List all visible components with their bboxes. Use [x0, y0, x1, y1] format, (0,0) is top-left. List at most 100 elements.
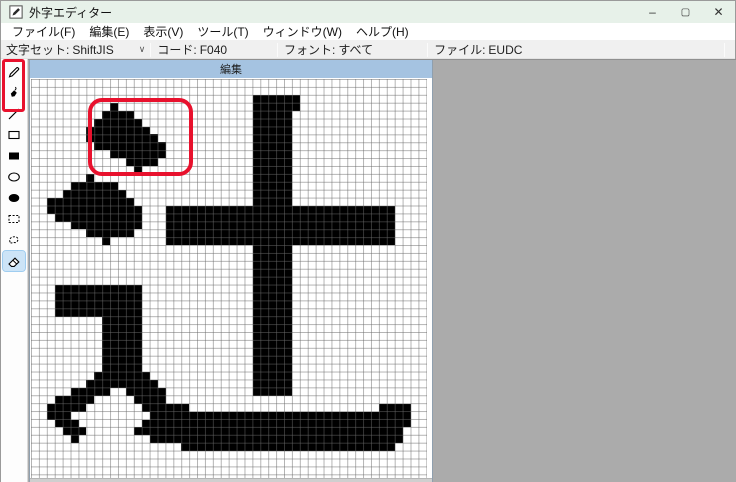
tool-ellipse-button[interactable] [3, 167, 25, 187]
menu-item-help[interactable]: ヘルプ(H) [349, 23, 416, 41]
glyph-black-run [253, 127, 293, 135]
minimize-button[interactable]: – [636, 1, 669, 23]
toolbar-separator [724, 43, 725, 57]
glyph-black-run [253, 150, 293, 158]
tool-brush-button[interactable] [3, 83, 25, 103]
glyph-black-run [253, 332, 293, 340]
glyph-black-run [102, 111, 134, 119]
glyph-black-run [253, 388, 293, 396]
glyph-black-run [110, 150, 165, 158]
code-value: F040 [200, 43, 227, 57]
glyph-black-run [55, 293, 142, 301]
menu-item-file[interactable]: ファイル(F) [5, 23, 82, 41]
freeform-select-icon [6, 232, 22, 248]
glyph-black-run [102, 348, 142, 356]
glyph-black-run [379, 404, 411, 412]
glyph-black-run [253, 261, 293, 269]
menu-item-tools[interactable]: ツール(T) [190, 23, 255, 41]
toolbar-separator [150, 43, 151, 57]
glyph-black-run [253, 380, 293, 388]
tool-freeform-select-button[interactable] [3, 230, 25, 250]
font-field: フォント:すべて [280, 41, 377, 58]
code-field: コード: F040 [153, 41, 231, 58]
menu-item-edit[interactable]: 編集(E) [82, 23, 136, 41]
ellipse-icon [6, 169, 22, 185]
tool-rectangle-button[interactable] [3, 125, 25, 145]
close-button[interactable]: ✕ [702, 1, 735, 23]
glyph-black-run [63, 427, 87, 435]
glyph-black-run [55, 396, 95, 404]
glyph-black-run [71, 222, 142, 230]
glyph-black-run [181, 443, 395, 451]
glyph-black-run [94, 372, 149, 380]
glyph-pixel-canvas[interactable] [31, 79, 427, 479]
glyph-black-run [253, 119, 293, 127]
window-title: 外字エディター [29, 4, 112, 21]
tool-filled-rectangle-button[interactable] [3, 146, 25, 166]
code-label: コード: [157, 43, 196, 57]
maximize-button[interactable]: ▢ [669, 1, 702, 23]
font-value: すべて [338, 43, 373, 57]
toolbar: 文字セット: ShiftJIS ∨ コード: F040 フォント:すべて ファイル… [1, 41, 735, 59]
charset-dropdown[interactable]: ShiftJIS ∨ [72, 42, 148, 58]
glyph-black-run [253, 285, 293, 293]
glyph-black-run [134, 166, 142, 174]
glyph-black-run [134, 427, 403, 435]
glyph-black-run [126, 388, 166, 396]
rectangle-icon [6, 127, 22, 143]
glyph-black-run [253, 356, 293, 364]
glyph-black-run [47, 404, 87, 412]
tool-rect-select-button[interactable] [3, 209, 25, 229]
glyph-black-run [102, 364, 142, 372]
pencil-icon [6, 64, 22, 80]
glyph-black-run [253, 269, 293, 277]
glyph-black-run [102, 317, 142, 325]
tool-eraser-button[interactable] [3, 251, 25, 271]
glyph-black-run [253, 293, 293, 301]
glyph-black-run [102, 332, 142, 340]
font-label: フォント: [284, 43, 335, 57]
glyph-black-run [253, 166, 293, 174]
title-bar: 外字エディター – ▢ ✕ [1, 1, 735, 23]
tool-line-button[interactable] [3, 104, 25, 124]
file-field: ファイル:EUDC [430, 41, 526, 58]
glyph-black-run [55, 420, 79, 428]
mdi-background: 編集 [28, 59, 736, 482]
tool-pencil-button[interactable] [3, 62, 25, 82]
glyph-black-run [134, 396, 166, 404]
glyph-black-run [253, 309, 293, 317]
file-label: ファイル: [434, 43, 485, 57]
edit-window-bottom-edge [30, 478, 432, 482]
glyph-black-run [253, 182, 293, 190]
filled-ellipse-icon [6, 190, 22, 206]
glyph-black-run [253, 103, 301, 111]
glyph-black-run [55, 301, 142, 309]
edit-window-title-bar[interactable]: 編集 [30, 60, 432, 78]
toolbar-separator [427, 43, 428, 57]
glyph-black-run [253, 301, 293, 309]
glyph-black-run [94, 119, 142, 127]
glyph-black-run [253, 253, 293, 261]
glyph-black-run [253, 174, 293, 182]
glyph-black-run [71, 435, 79, 443]
glyph-black-run [253, 245, 293, 253]
line-icon [6, 106, 22, 122]
menu-item-window[interactable]: ウィンドウ(W) [256, 23, 349, 41]
eraser-icon [6, 253, 22, 269]
charset-label: 文字セット: [1, 41, 72, 58]
menu-item-view[interactable]: 表示(V) [136, 23, 190, 41]
glyph-black-run [47, 412, 71, 420]
glyph-black-run [166, 222, 396, 230]
glyph-black-run [86, 380, 157, 388]
glyph-black-run [71, 182, 119, 190]
edit-window-title: 編集 [220, 61, 242, 77]
app-window: 外字エディター – ▢ ✕ ファイル(F)編集(E)表示(V)ツール(T)ウィン… [0, 0, 736, 482]
glyph-black-run [110, 103, 118, 111]
glyph-black-run [63, 190, 126, 198]
charset-value: ShiftJIS [72, 43, 138, 57]
glyph-black-run [150, 412, 411, 420]
glyph-black-run [166, 206, 396, 214]
toolbar-separator [277, 43, 278, 57]
rect-select-icon [6, 211, 22, 227]
tool-filled-ellipse-button[interactable] [3, 188, 25, 208]
